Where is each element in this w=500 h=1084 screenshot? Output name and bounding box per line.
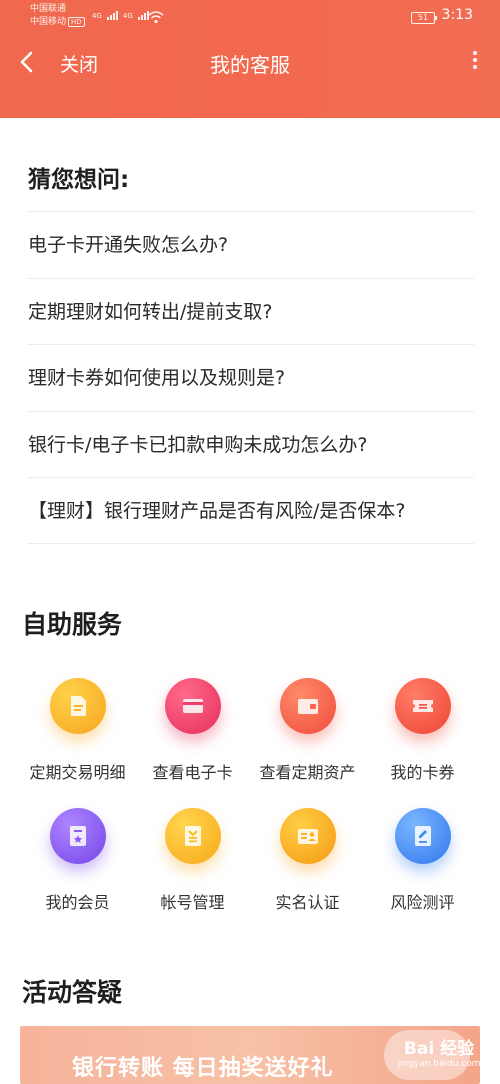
account-icon <box>164 808 221 864</box>
self-service-title: 自助服务 <box>22 610 123 639</box>
banner-text: 银行转账 每日抽奖送好礼 <box>72 1056 334 1081</box>
card-icon <box>164 678 221 734</box>
carrier-2: 中国移动 <box>30 17 67 27</box>
service-my-membership[interactable]: 我的会员 <box>20 808 135 913</box>
service-view-ecard[interactable]: 查看电子卡 <box>135 678 250 783</box>
assessment-icon <box>394 808 451 864</box>
service-label: 我的会员 <box>45 893 110 912</box>
activity-section-title: 活动答疑 <box>22 978 123 1007</box>
service-label: 定期交易明细 <box>29 763 126 782</box>
wallet-icon <box>279 678 336 734</box>
baidu-watermark: Bai 经验 jingyan.baidu.com <box>394 1034 484 1069</box>
nav-bar: 关闭 我的客服 <box>0 40 500 84</box>
service-label: 帐号管理 <box>160 893 225 912</box>
service-label: 风险测评 <box>390 893 455 912</box>
service-label: 实名认证 <box>275 893 340 912</box>
service-risk-assessment[interactable]: 风险测评 <box>365 808 480 913</box>
service-account-management[interactable]: 帐号管理 <box>135 808 250 913</box>
faq-list: 电子卡开通失败怎么办? 定期理财如何转出/提前支取? 理财卡券如何使用以及规则是… <box>28 211 474 544</box>
carrier-1: 中国联通 <box>30 4 67 14</box>
watermark-main: Bai 经验 <box>403 1039 475 1059</box>
faq-item[interactable]: 理财卡券如何使用以及规则是? <box>28 344 474 411</box>
carrier-info: 中国联通 中国移动 HD <box>30 4 85 30</box>
page-title: 我的客服 <box>210 53 290 77</box>
faq-item[interactable]: 电子卡开通失败怎么办? <box>28 211 474 278</box>
service-label: 我的卡券 <box>390 763 455 782</box>
service-my-coupons[interactable]: 我的卡券 <box>365 678 480 783</box>
id-card-icon <box>279 808 336 864</box>
more-vertical-icon[interactable] <box>470 51 480 73</box>
service-label: 查看电子卡 <box>152 763 233 782</box>
faq-item[interactable]: 定期理财如何转出/提前支取? <box>28 277 474 345</box>
ticket-icon <box>394 678 451 734</box>
service-real-name-verification[interactable]: 实名认证 <box>250 808 365 913</box>
hd-badge: HD <box>68 17 85 27</box>
battery-icon: 51 <box>411 12 437 24</box>
guess-section-title: 猜您想问: <box>28 167 130 193</box>
faq-item[interactable]: 银行卡/电子卡已扣款申购未成功怎么办? <box>28 410 474 478</box>
member-badge-icon <box>49 808 106 864</box>
status-bar: 中国联通 中国移动 HD 4G 4G 51 3:13 <box>30 4 475 30</box>
wifi-icon <box>148 11 164 24</box>
document-icon <box>49 678 106 734</box>
clock: 3:13 <box>441 7 473 23</box>
service-view-fixed-assets[interactable]: 查看定期资产 <box>250 678 365 783</box>
service-transaction-details[interactable]: 定期交易明细 <box>20 678 135 783</box>
service-label: 查看定期资产 <box>259 763 356 782</box>
watermark-sub: jingyan.baidu.com <box>397 1059 481 1069</box>
signal-icon: 4G 4G <box>92 11 149 20</box>
app-header: 中国联通 中国移动 HD 4G 4G 51 3:13 关闭 我的客服 <box>0 0 500 118</box>
faq-item[interactable]: 【理财】银行理财产品是否有风险/是否保本? <box>28 477 474 544</box>
